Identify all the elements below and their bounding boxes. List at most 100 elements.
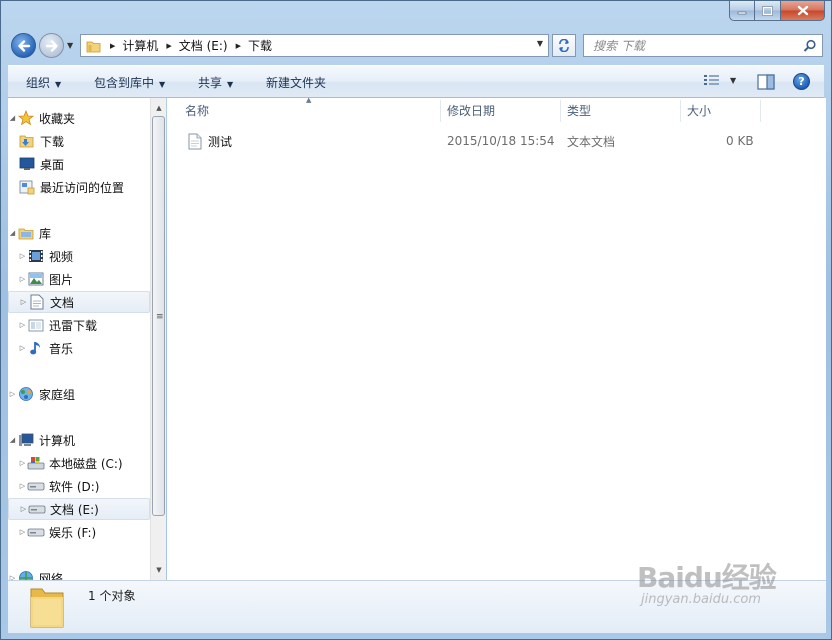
file-modified: 2015/10/18 15:54 <box>447 134 555 148</box>
column-header-type[interactable]: 类型 <box>561 98 679 123</box>
new-folder-button[interactable]: 新建文件夹 <box>266 74 326 91</box>
homegroup-icon <box>19 387 33 401</box>
breadcrumb-separator-icon[interactable]: ▶ <box>236 42 241 50</box>
chevron-down-icon: ▼ <box>55 80 62 89</box>
nav-item-xunlei-downloads[interactable]: ▷ 迅雷下载 <box>8 314 150 336</box>
forward-button[interactable] <box>39 33 64 58</box>
nav-item-drive-c[interactable]: ▷ 本地磁盘 (C:) <box>8 452 150 474</box>
nav-computer[interactable]: ◢ 计算机 <box>8 429 150 451</box>
collapsed-arrow-icon[interactable]: ▷ <box>18 275 27 283</box>
document-library-icon <box>30 294 44 310</box>
picture-library-icon <box>28 272 44 286</box>
computer-icon <box>19 433 34 446</box>
nav-label: 文档 (E:) <box>50 502 99 517</box>
organize-label: 组织 <box>26 76 51 90</box>
column-label: 名称 <box>185 104 210 118</box>
column-divider[interactable] <box>760 100 761 122</box>
close-button[interactable] <box>781 1 825 21</box>
collapsed-arrow-icon[interactable]: ▷ <box>8 390 17 398</box>
nav-item-pictures[interactable]: ▷ 图片 <box>8 268 150 290</box>
collapsed-arrow-icon[interactable]: ▷ <box>19 298 28 306</box>
change-view-button[interactable]: ▼ <box>704 74 736 86</box>
collapsed-arrow-icon[interactable]: ▷ <box>18 321 27 329</box>
nav-label: 下载 <box>40 134 65 149</box>
navigation-bar: ▼ ▶ 计算机 ▶ 文档 (E:) ▶ 下载 ▼ 搜索 下载 <box>1 29 831 63</box>
nav-item-music[interactable]: ▷ 音乐 <box>8 337 150 359</box>
nav-item-drive-f[interactable]: ▷ 娱乐 (F:) <box>8 521 150 543</box>
minimize-icon <box>737 11 747 14</box>
nav-label: 软件 (D:) <box>49 479 100 494</box>
collapsed-arrow-icon[interactable]: ▷ <box>18 252 27 260</box>
expanded-arrow-icon[interactable]: ◢ <box>8 436 17 444</box>
nav-label: 文档 <box>50 295 75 310</box>
nav-item-drive-d[interactable]: ▷ 软件 (D:) <box>8 475 150 497</box>
help-icon: ? <box>798 75 805 88</box>
hard-drive-icon <box>28 505 46 514</box>
nav-label: 迅雷下载 <box>49 318 98 333</box>
address-history-dropdown[interactable]: ▼ <box>537 39 543 48</box>
column-header-modified[interactable]: 修改日期 <box>441 98 559 123</box>
new-folder-label: 新建文件夹 <box>266 76 327 90</box>
collapsed-arrow-icon[interactable]: ▷ <box>18 528 27 536</box>
help-button[interactable]: ? <box>793 73 810 90</box>
file-list: ▲ 名称 修改日期 类型 大小 测试 2015/10/18 15:54 文本文档… <box>167 96 826 580</box>
search-placeholder: 搜索 下载 <box>593 39 645 53</box>
navigation-scrollbar[interactable]: ▲ ≡ ▼ <box>150 98 166 580</box>
library-folder-icon <box>28 319 44 332</box>
search-icon[interactable] <box>803 39 817 53</box>
maximize-button[interactable] <box>755 1 781 21</box>
nav-favorites[interactable]: ◢ 收藏夹 <box>8 107 150 129</box>
nav-item-videos[interactable]: ▷ 视频 <box>8 245 150 267</box>
column-header-size[interactable]: 大小 <box>681 98 759 123</box>
expanded-arrow-icon[interactable]: ◢ <box>8 114 17 122</box>
scroll-up-arrow-icon[interactable]: ▲ <box>151 100 167 116</box>
nav-label: 家庭组 <box>39 387 76 402</box>
breadcrumb-separator-icon[interactable]: ▶ <box>166 42 171 50</box>
column-label: 修改日期 <box>447 104 496 118</box>
scrollbar-thumb[interactable]: ≡ <box>152 116 165 516</box>
recent-pages-dropdown[interactable]: ▼ <box>67 41 73 50</box>
minimize-button[interactable] <box>729 1 755 21</box>
include-in-library-button[interactable]: 包含到库中 ▼ <box>94 74 165 91</box>
column-label: 大小 <box>687 104 712 118</box>
collapsed-arrow-icon[interactable]: ▷ <box>19 505 28 513</box>
system-drive-icon <box>27 457 45 470</box>
nav-libraries[interactable]: ◢ 库 <box>8 222 150 244</box>
nav-homegroup[interactable]: ▷ 家庭组 <box>8 383 150 405</box>
organize-button[interactable]: 组织 ▼ <box>26 74 61 91</box>
search-input[interactable]: 搜索 下载 <box>583 34 823 57</box>
nav-item-documents[interactable]: ▷ 文档 <box>8 291 150 313</box>
text-file-icon <box>188 133 202 149</box>
nav-label: 库 <box>39 226 52 241</box>
music-note-icon <box>30 342 40 355</box>
nav-label: 图片 <box>49 272 74 287</box>
recent-places-icon <box>19 180 35 195</box>
file-row[interactable]: 测试 2015/10/18 15:54 文本文档 0 KB <box>182 130 762 152</box>
nav-item-desktop[interactable]: 桌面 <box>8 153 150 175</box>
back-button[interactable] <box>11 33 36 58</box>
nav-network[interactable]: ▷ 网络 <box>8 567 150 580</box>
expanded-arrow-icon[interactable]: ◢ <box>8 229 17 237</box>
nav-item-drive-e[interactable]: ▷ 文档 (E:) <box>8 498 150 520</box>
collapsed-arrow-icon[interactable]: ▷ <box>18 482 27 490</box>
share-button[interactable]: 共享 ▼ <box>198 74 233 91</box>
refresh-button[interactable] <box>552 34 576 57</box>
scroll-down-arrow-icon[interactable]: ▼ <box>151 562 167 578</box>
collapsed-arrow-icon[interactable]: ▷ <box>18 344 27 352</box>
column-label: 类型 <box>567 104 592 118</box>
breadcrumb-separator-icon[interactable]: ▶ <box>110 42 115 50</box>
address-bar[interactable]: ▶ 计算机 ▶ 文档 (E:) ▶ 下载 ▼ <box>80 34 549 57</box>
star-icon <box>18 110 34 126</box>
preview-pane-icon[interactable] <box>757 74 775 90</box>
column-header-name[interactable]: 名称 <box>179 98 439 123</box>
nav-label: 网络 <box>39 571 64 581</box>
breadcrumb-drive-e[interactable]: 文档 (E:) <box>179 37 228 54</box>
nav-item-downloads[interactable]: 下载 <box>8 130 150 152</box>
command-bar: 组织 ▼ 包含到库中 ▼ 共享 ▼ 新建文件夹 ▼ ? <box>8 65 824 98</box>
nav-item-recent-places[interactable]: 最近访问的位置 <box>8 176 150 198</box>
collapsed-arrow-icon[interactable]: ▷ <box>18 459 27 467</box>
grip-icon: ≡ <box>156 312 164 322</box>
file-name: 测试 <box>208 134 233 149</box>
breadcrumb-downloads[interactable]: 下载 <box>248 37 272 54</box>
breadcrumb-computer[interactable]: 计算机 <box>122 37 158 54</box>
